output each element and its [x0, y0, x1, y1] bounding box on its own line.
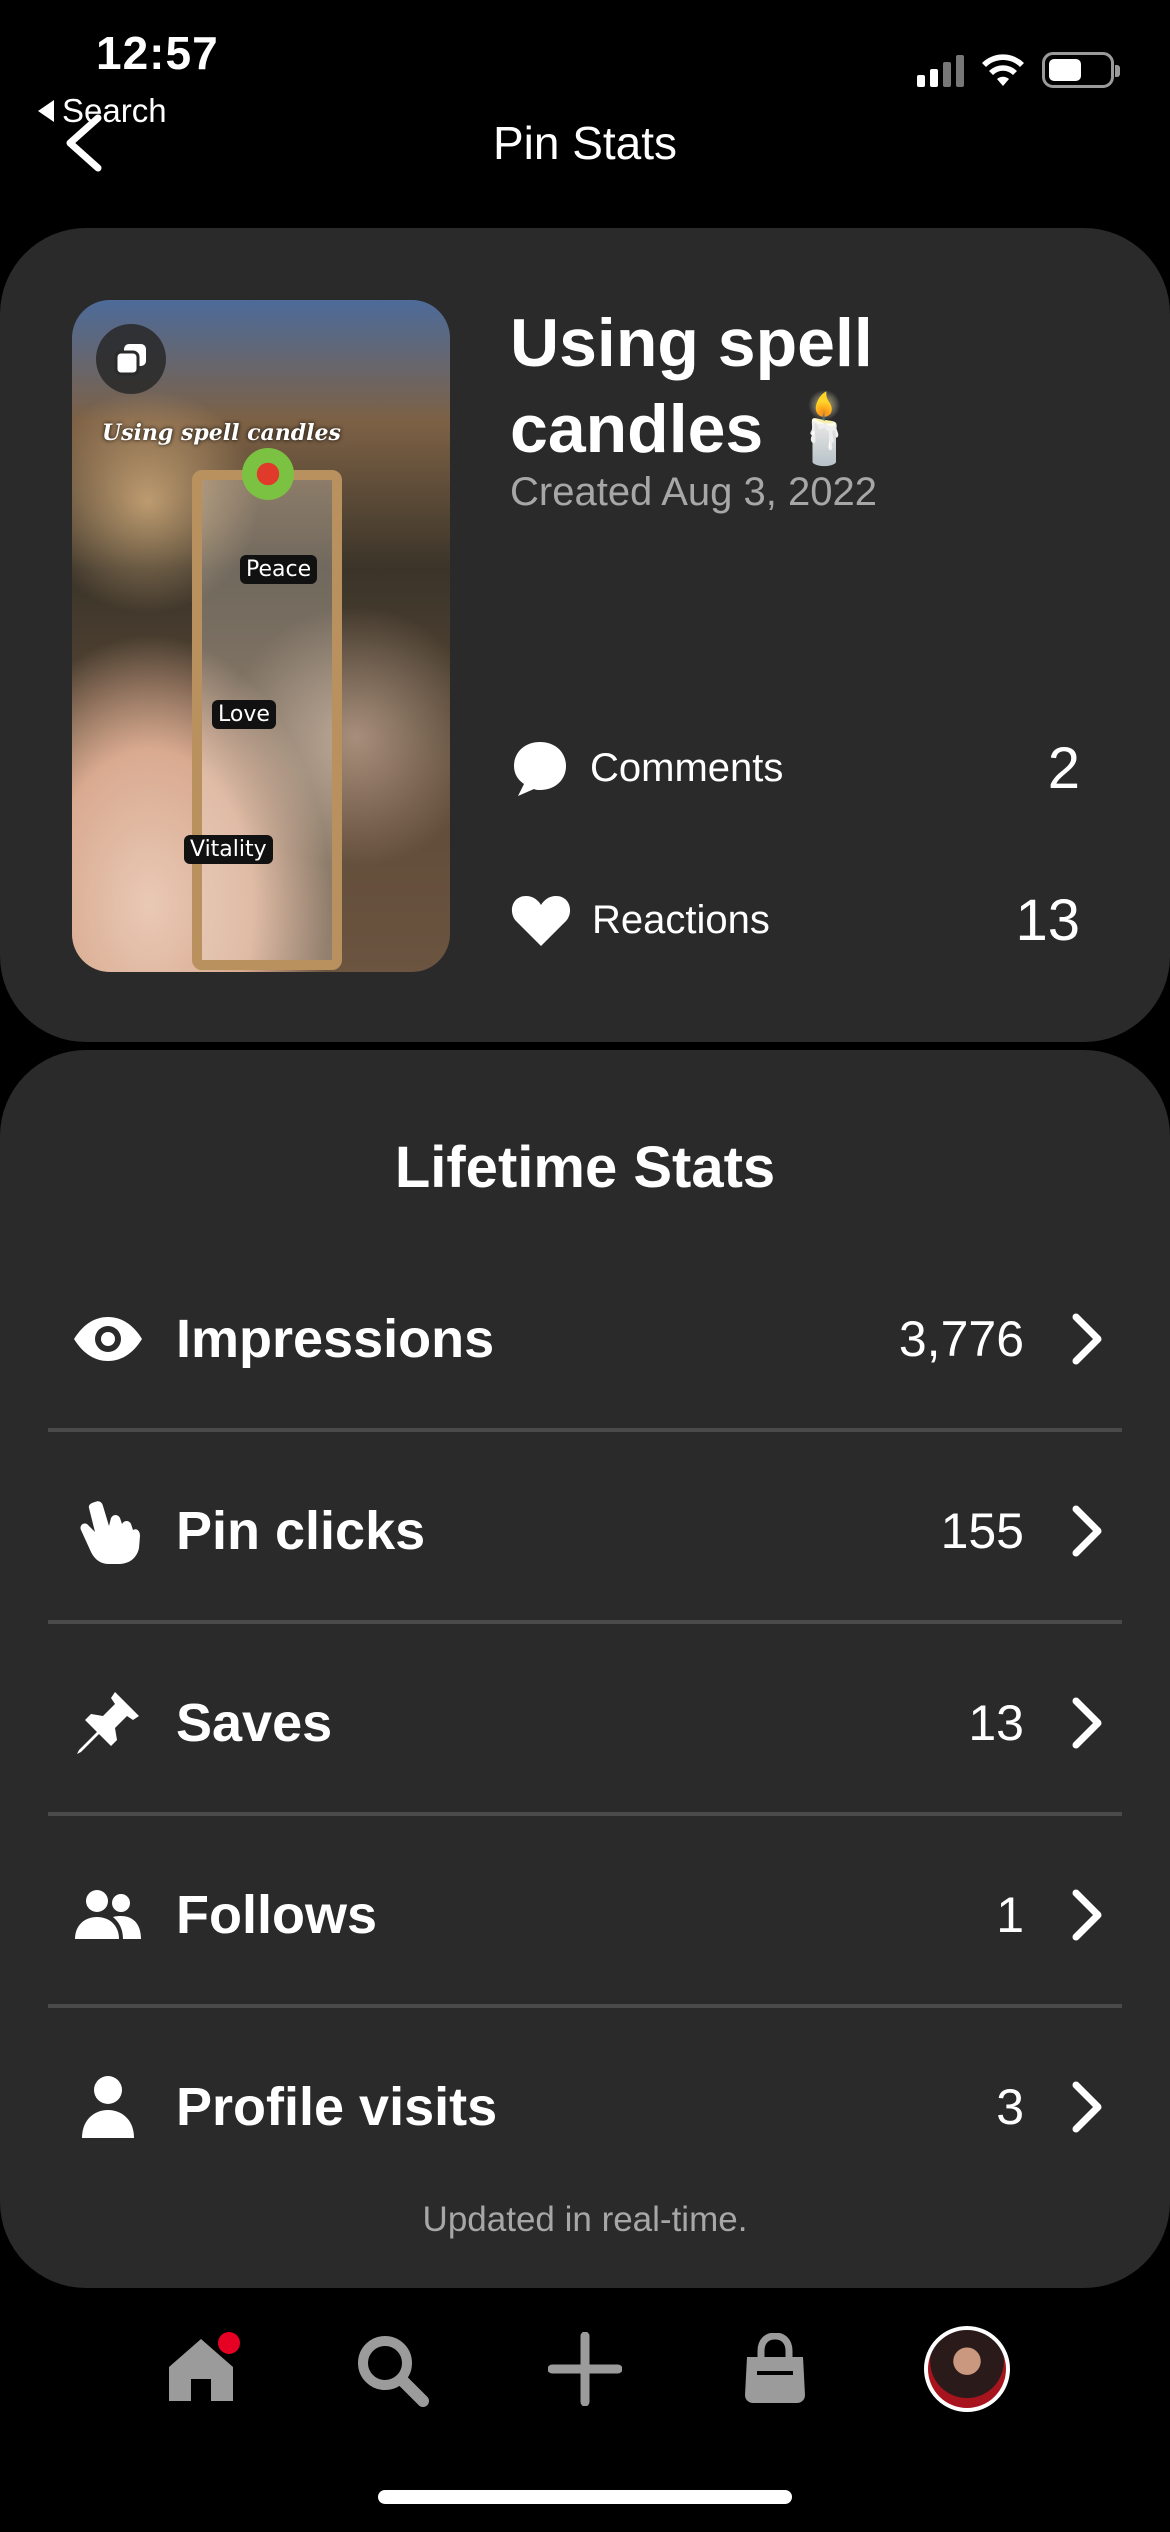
- pushpin-icon: [70, 1685, 146, 1761]
- row-divider: [48, 1812, 1122, 1816]
- pin-title: Using spell candles 🕯️: [510, 305, 873, 467]
- stat-label: Pin clicks: [176, 1501, 426, 1561]
- pin-image-tag: Love: [212, 700, 276, 729]
- chevron-right-icon: [1070, 1313, 1110, 1365]
- stat-label: Saves: [176, 1693, 333, 1753]
- plus-icon: [548, 2332, 622, 2406]
- stat-row-profile-visits[interactable]: Profile visits 3: [48, 2012, 1122, 2202]
- stat-row-saves[interactable]: Saves 13: [48, 1628, 1122, 1818]
- flower-decoration: [242, 448, 294, 500]
- tab-profile[interactable]: [922, 2324, 1012, 2414]
- comments-label: Comments: [590, 745, 784, 790]
- stat-label: Impressions: [176, 1309, 495, 1369]
- stat-row-follows[interactable]: Follows 1: [48, 1820, 1122, 2010]
- wifi-icon: [982, 54, 1024, 86]
- stat-row-pin-clicks[interactable]: Pin clicks 155: [48, 1436, 1122, 1626]
- people-icon: [70, 1877, 146, 1953]
- stat-value: 3: [996, 2079, 1024, 2135]
- row-divider: [48, 2004, 1122, 2008]
- updated-note: Updated in real-time.: [422, 2200, 748, 2239]
- shopping-bag-icon: [745, 2333, 805, 2403]
- chevron-right-icon: [1070, 1505, 1110, 1557]
- row-divider: [48, 1620, 1122, 1624]
- tab-home[interactable]: [156, 2324, 246, 2414]
- bottom-tab-bar: [0, 2300, 1170, 2430]
- stat-value: 3,776: [898, 1311, 1024, 1367]
- reactions-count: 13: [1015, 887, 1080, 953]
- status-time: 12:57: [96, 27, 219, 79]
- chevron-right-icon: [1070, 2081, 1110, 2133]
- stat-label: Profile visits: [176, 2077, 498, 2137]
- tab-search[interactable]: [346, 2324, 436, 2414]
- page-title: Pin Stats: [492, 117, 678, 169]
- pin-summary-card: Using spell candles Peace Love Vitality …: [0, 228, 1170, 1042]
- reactions-label: Reactions: [592, 897, 770, 942]
- notification-dot: [218, 2332, 240, 2354]
- pin-created-date: Created Aug 3, 2022: [510, 470, 877, 514]
- home-indicator: [378, 2490, 792, 2504]
- stat-row-impressions[interactable]: Impressions 3,776: [48, 1244, 1122, 1434]
- battery-icon: [1042, 52, 1120, 88]
- row-divider: [48, 1428, 1122, 1432]
- heart-icon: [511, 896, 571, 946]
- chevron-right-icon: [1070, 1697, 1110, 1749]
- pin-image-tag: Vitality: [184, 835, 273, 864]
- chevron-right-icon: [1070, 1889, 1110, 1941]
- person-icon: [70, 2069, 146, 2145]
- comment-bubble-icon: [514, 742, 566, 796]
- status-icons: [917, 52, 1120, 88]
- pointer-hand-icon: [70, 1493, 146, 1569]
- multi-image-icon: [96, 324, 166, 394]
- pin-image-caption: Using spell candles: [102, 420, 341, 446]
- tab-create[interactable]: [540, 2324, 630, 2414]
- stat-value: 13: [968, 1695, 1024, 1751]
- stat-label: Follows: [176, 1885, 377, 1945]
- stat-value: 155: [940, 1503, 1024, 1559]
- pin-image-tag: Peace: [240, 555, 318, 584]
- pin-thumbnail[interactable]: Using spell candles Peace Love Vitality: [72, 300, 450, 972]
- profile-avatar: [924, 2326, 1010, 2412]
- comments-row[interactable]: Comments 2: [510, 728, 1090, 808]
- tab-shop[interactable]: [730, 2324, 820, 2414]
- lifetime-stats-title: Lifetime Stats: [394, 1135, 776, 1200]
- cellular-signal-icon: [917, 53, 964, 87]
- lifetime-stats-card: Lifetime Stats Impressions 3,776 Pin cli…: [0, 1050, 1170, 2288]
- eye-icon: [70, 1301, 146, 1377]
- stat-value: 1: [996, 1887, 1024, 1943]
- reactions-row[interactable]: Reactions 13: [510, 880, 1090, 960]
- search-icon: [358, 2336, 429, 2407]
- comments-count: 2: [1047, 735, 1080, 801]
